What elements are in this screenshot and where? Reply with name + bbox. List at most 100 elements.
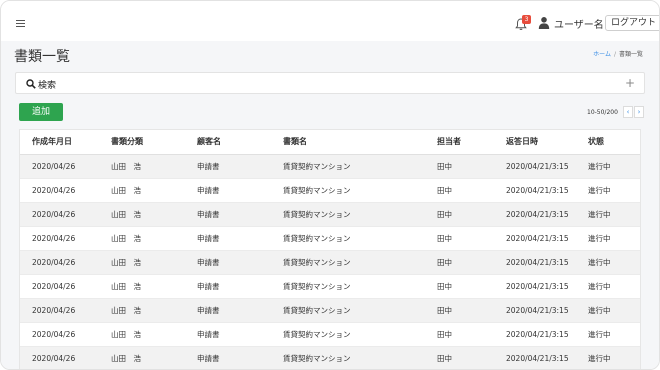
cell-reply-datetime: 2020/04/21/3:15 xyxy=(494,178,576,203)
cell-category: 山田 浩 xyxy=(99,298,185,323)
column-header[interactable]: 書類分類 xyxy=(99,130,185,155)
column-header[interactable]: 状態 xyxy=(576,130,640,155)
cell-customer: 申請書 xyxy=(185,274,271,299)
cell-document-name: 賃貸契約マンション xyxy=(271,202,425,227)
cell-status: 進行中 xyxy=(576,274,640,299)
cell-created-date: 2020/04/26 xyxy=(20,178,99,203)
page-title: 書類一覧 xyxy=(14,49,70,65)
cell-status: 進行中 xyxy=(576,202,640,227)
table-row[interactable]: 2020/04/26 山田 浩申請書 賃貸契約マンション 田中 2020/04/21/3… xyxy=(20,274,640,299)
cell-created-date: 2020/04/26 xyxy=(20,154,99,179)
top-header: 3 ユーザー名 ログアウト xyxy=(1,1,659,41)
table-row[interactable]: 2020/04/26 山田 浩申請書 賃貸契約マンション 田中 2020/04/21/3… xyxy=(20,346,640,369)
cell-document-name: 賃貸契約マンション xyxy=(271,274,425,299)
cell-category: 山田 浩 xyxy=(99,250,185,275)
table-row[interactable]: 2020/04/26 山田 浩申請書 賃貸契約マンション 田中 2020/04/21/3… xyxy=(20,226,640,251)
cell-category: 山田 浩 xyxy=(99,274,185,299)
cell-customer: 申請書 xyxy=(185,346,271,369)
cell-assignee: 田中 xyxy=(425,346,494,369)
cell-category: 山田 浩 xyxy=(99,202,185,227)
cell-document-name: 賃貸契約マンション xyxy=(271,322,425,347)
cell-category: 山田 浩 xyxy=(99,346,185,369)
cell-status: 進行中 xyxy=(576,250,640,275)
documents-table: 作成年月日 書類分類 顧客名 書類名 担当者 返答日時 状態 2020/04/2… xyxy=(19,129,641,369)
column-header[interactable]: 担当者 xyxy=(425,130,494,155)
cell-reply-datetime: 2020/04/21/3:15 xyxy=(494,226,576,251)
cell-created-date: 2020/04/26 xyxy=(20,346,99,369)
cell-customer: 申請書 xyxy=(185,322,271,347)
cell-status: 進行中 xyxy=(576,322,640,347)
main-content: 書類一覧 ホーム / 書類一覧 検索 + 追加 10-50/200 ‹ › 作成… xyxy=(1,41,659,369)
cell-category: 山田 浩 xyxy=(99,322,185,347)
table-row[interactable]: 2020/04/26 山田 浩申請書 賃貸契約マンション 田中 2020/04/21/3… xyxy=(20,202,640,227)
cell-document-name: 賃貸契約マンション xyxy=(271,298,425,323)
user-name[interactable]: ユーザー名 xyxy=(554,16,604,31)
cell-assignee: 田中 xyxy=(425,154,494,179)
cell-document-name: 賃貸契約マンション xyxy=(271,226,425,251)
cell-document-name: 賃貸契約マンション xyxy=(271,250,425,275)
table-row[interactable]: 2020/04/26 山田 浩申請書 賃貸契約マンション 田中 2020/04/21/3… xyxy=(20,298,640,323)
table-row[interactable]: 2020/04/26 山田 浩申請書 賃貸契約マンション 田中 2020/04/21/3… xyxy=(20,154,640,179)
cell-customer: 申請書 xyxy=(185,178,271,203)
cell-reply-datetime: 2020/04/21/3:15 xyxy=(494,274,576,299)
cell-assignee: 田中 xyxy=(425,250,494,275)
cell-category: 山田 浩 xyxy=(99,154,185,179)
cell-created-date: 2020/04/26 xyxy=(20,322,99,347)
breadcrumb-current: 書類一覧 xyxy=(618,51,643,58)
cell-assignee: 田中 xyxy=(425,322,494,347)
cell-assignee: 田中 xyxy=(425,178,494,203)
cell-category: 山田 浩 xyxy=(99,178,185,203)
cell-customer: 申請書 xyxy=(185,250,271,275)
column-header[interactable]: 返答日時 xyxy=(494,130,576,155)
hamburger-icon[interactable] xyxy=(16,20,25,27)
paging-info: 10-50/200 xyxy=(587,109,618,116)
table-row[interactable]: 2020/04/26 山田 浩申請書 賃貸契約マンション 田中 2020/04/21/3… xyxy=(20,178,640,203)
add-button[interactable]: 追加 xyxy=(19,103,63,121)
breadcrumb-home-link[interactable]: ホーム xyxy=(593,51,611,58)
app-window: 3 ユーザー名 ログアウト 書類一覧 ホーム / 書類一覧 検索 + 追加 10-5… xyxy=(0,0,660,370)
cell-created-date: 2020/04/26 xyxy=(20,202,99,227)
table-row[interactable]: 2020/04/26 山田 浩申請書 賃貸契約マンション 田中 2020/04/21/3… xyxy=(20,250,640,275)
search-label: 検索 xyxy=(38,81,57,91)
cell-assignee: 田中 xyxy=(425,298,494,323)
cell-reply-datetime: 2020/04/21/3:15 xyxy=(494,154,576,179)
column-header[interactable]: 書類名 xyxy=(271,130,425,155)
cell-customer: 申請書 xyxy=(185,226,271,251)
cell-reply-datetime: 2020/04/21/3:15 xyxy=(494,322,576,347)
pagination-next-button[interactable]: › xyxy=(634,106,644,118)
column-header[interactable]: 顧客名 xyxy=(185,130,271,155)
table-body: 2020/04/26 山田 浩申請書 賃貸契約マンション 田中 2020/04/21/3… xyxy=(20,154,640,369)
search-panel-header[interactable]: 検索 + xyxy=(15,72,645,94)
logout-button[interactable]: ログアウト xyxy=(605,15,659,31)
cell-reply-datetime: 2020/04/21/3:15 xyxy=(494,346,576,369)
cell-category: 山田 浩 xyxy=(99,226,185,251)
cell-customer: 申請書 xyxy=(185,298,271,323)
cell-status: 進行中 xyxy=(576,346,640,369)
cell-customer: 申請書 xyxy=(185,154,271,179)
cell-document-name: 賃貸契約マンション xyxy=(271,178,425,203)
cell-status: 進行中 xyxy=(576,298,640,323)
breadcrumb: ホーム / 書類一覧 xyxy=(593,49,643,58)
cell-assignee: 田中 xyxy=(425,202,494,227)
cell-reply-datetime: 2020/04/21/3:15 xyxy=(494,298,576,323)
cell-assignee: 田中 xyxy=(425,226,494,251)
cell-assignee: 田中 xyxy=(425,274,494,299)
cell-created-date: 2020/04/26 xyxy=(20,226,99,251)
plus-icon[interactable]: + xyxy=(625,76,635,90)
cell-customer: 申請書 xyxy=(185,202,271,227)
cell-document-name: 賃貸契約マンション xyxy=(271,346,425,369)
cell-reply-datetime: 2020/04/21/3:15 xyxy=(494,250,576,275)
cell-status: 進行中 xyxy=(576,178,640,203)
cell-created-date: 2020/04/26 xyxy=(20,298,99,323)
user-icon[interactable] xyxy=(538,16,550,29)
cell-status: 進行中 xyxy=(576,154,640,179)
search-icon xyxy=(26,79,36,89)
table-header-row: 作成年月日 書類分類 顧客名 書類名 担当者 返答日時 状態 xyxy=(20,130,640,155)
cell-created-date: 2020/04/26 xyxy=(20,274,99,299)
notification-badge: 3 xyxy=(522,15,531,24)
column-header[interactable]: 作成年月日 xyxy=(20,130,99,155)
cell-reply-datetime: 2020/04/21/3:15 xyxy=(494,202,576,227)
pagination-prev-button[interactable]: ‹ xyxy=(623,106,633,118)
table-row[interactable]: 2020/04/26 山田 浩申請書 賃貸契約マンション 田中 2020/04/21/3… xyxy=(20,322,640,347)
cell-document-name: 賃貸契約マンション xyxy=(271,154,425,179)
